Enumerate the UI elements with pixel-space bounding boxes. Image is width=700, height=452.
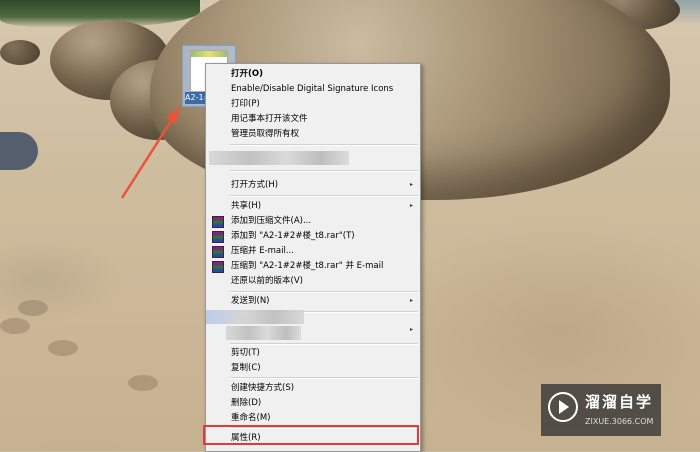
menu-item-copy[interactable]: 复制(C) bbox=[207, 360, 419, 376]
menu-item-label: 打印(P) bbox=[231, 99, 260, 109]
menu-item-restore-versions[interactable]: 还原以前的版本(V) bbox=[207, 273, 419, 289]
properties-highlight-box bbox=[203, 425, 419, 445]
blurred-menu-item bbox=[226, 326, 301, 340]
menu-item-take-ownership[interactable]: 管理员取得所有权 bbox=[207, 126, 419, 142]
menu-item-label: 压缩到 "A2-1#2#楼_t8.rar" 并 E-mail bbox=[231, 261, 384, 271]
menu-item-open[interactable]: 打开(O) bbox=[207, 66, 419, 82]
context-menu: 打开(O) Enable/Disable Digital Signature I… bbox=[205, 63, 421, 452]
winrar-icon bbox=[212, 261, 224, 273]
menu-item-label: 打开(O) bbox=[231, 69, 263, 79]
menu-item-label: 复制(C) bbox=[231, 363, 261, 373]
menu-item-label: 添加到压缩文件(A)... bbox=[231, 216, 312, 226]
menu-item-label: 共享(H) bbox=[231, 201, 262, 211]
menu-separator bbox=[230, 195, 418, 197]
menu-item-label: 打开方式(H) bbox=[231, 180, 279, 190]
menu-item-delete[interactable]: 删除(D) bbox=[207, 395, 419, 411]
menu-item-label: 用记事本打开该文件 bbox=[231, 114, 308, 124]
menu-item-compress-email[interactable]: 压缩并 E-mail... bbox=[207, 243, 419, 259]
menu-item-share[interactable]: 共享(H) ▸ bbox=[207, 198, 419, 214]
submenu-arrow-icon: ▸ bbox=[409, 181, 413, 188]
winrar-icon bbox=[212, 216, 224, 228]
menu-item-create-shortcut[interactable]: 创建快捷方式(S) bbox=[207, 380, 419, 396]
winrar-icon bbox=[212, 231, 224, 243]
submenu-arrow-icon: ▸ bbox=[409, 326, 413, 333]
menu-item-compress-to-rar-email[interactable]: 压缩到 "A2-1#2#楼_t8.rar" 并 E-mail bbox=[207, 258, 419, 274]
watermark-url: ZIXUE.3066.COM bbox=[585, 417, 654, 426]
menu-item-open-with[interactable]: 打开方式(H) ▸ bbox=[207, 177, 419, 193]
winrar-icon bbox=[212, 246, 224, 258]
menu-item-label: 添加到 "A2-1#2#楼_t8.rar"(T) bbox=[231, 231, 355, 241]
submenu-arrow-icon: ▸ bbox=[409, 297, 413, 304]
menu-separator bbox=[230, 144, 418, 146]
menu-item-label: 创建快捷方式(S) bbox=[231, 383, 295, 393]
watermark-title: 溜溜自学 bbox=[585, 393, 654, 411]
watermark: 溜溜自学 ZIXUE.3066.COM bbox=[541, 384, 661, 436]
menu-item-label: 管理员取得所有权 bbox=[231, 129, 300, 139]
menu-separator bbox=[230, 377, 418, 379]
menu-item-label: 还原以前的版本(V) bbox=[231, 276, 303, 286]
menu-item-cut[interactable]: 剪切(T) bbox=[207, 345, 419, 361]
menu-item-label: 压缩并 E-mail... bbox=[231, 246, 294, 256]
menu-item-add-to-rar[interactable]: 添加到 "A2-1#2#楼_t8.rar"(T) bbox=[207, 228, 419, 244]
play-logo-icon bbox=[548, 392, 578, 422]
menu-item-label: Enable/Disable Digital Signature Icons bbox=[231, 84, 394, 94]
submenu-arrow-icon: ▸ bbox=[409, 202, 413, 209]
menu-item-label: 剪切(T) bbox=[231, 348, 260, 358]
blurred-menu-item bbox=[209, 151, 349, 165]
menu-item-open-notepad[interactable]: 用记事本打开该文件 bbox=[207, 111, 419, 127]
blurred-menu-item bbox=[206, 310, 304, 324]
menu-item-digital-signature[interactable]: Enable/Disable Digital Signature Icons bbox=[207, 81, 419, 97]
menu-item-add-to-archive[interactable]: 添加到压缩文件(A)... bbox=[207, 213, 419, 229]
menu-item-rename[interactable]: 重命名(M) bbox=[207, 410, 419, 426]
menu-item-print[interactable]: 打印(P) bbox=[207, 96, 419, 112]
menu-item-send-to[interactable]: 发送到(N) ▸ bbox=[207, 293, 419, 309]
menu-item-label: 发送到(N) bbox=[231, 296, 270, 306]
menu-item-label: 删除(D) bbox=[231, 398, 262, 408]
menu-item-label: 重命名(M) bbox=[231, 413, 271, 423]
menu-separator bbox=[230, 170, 418, 172]
